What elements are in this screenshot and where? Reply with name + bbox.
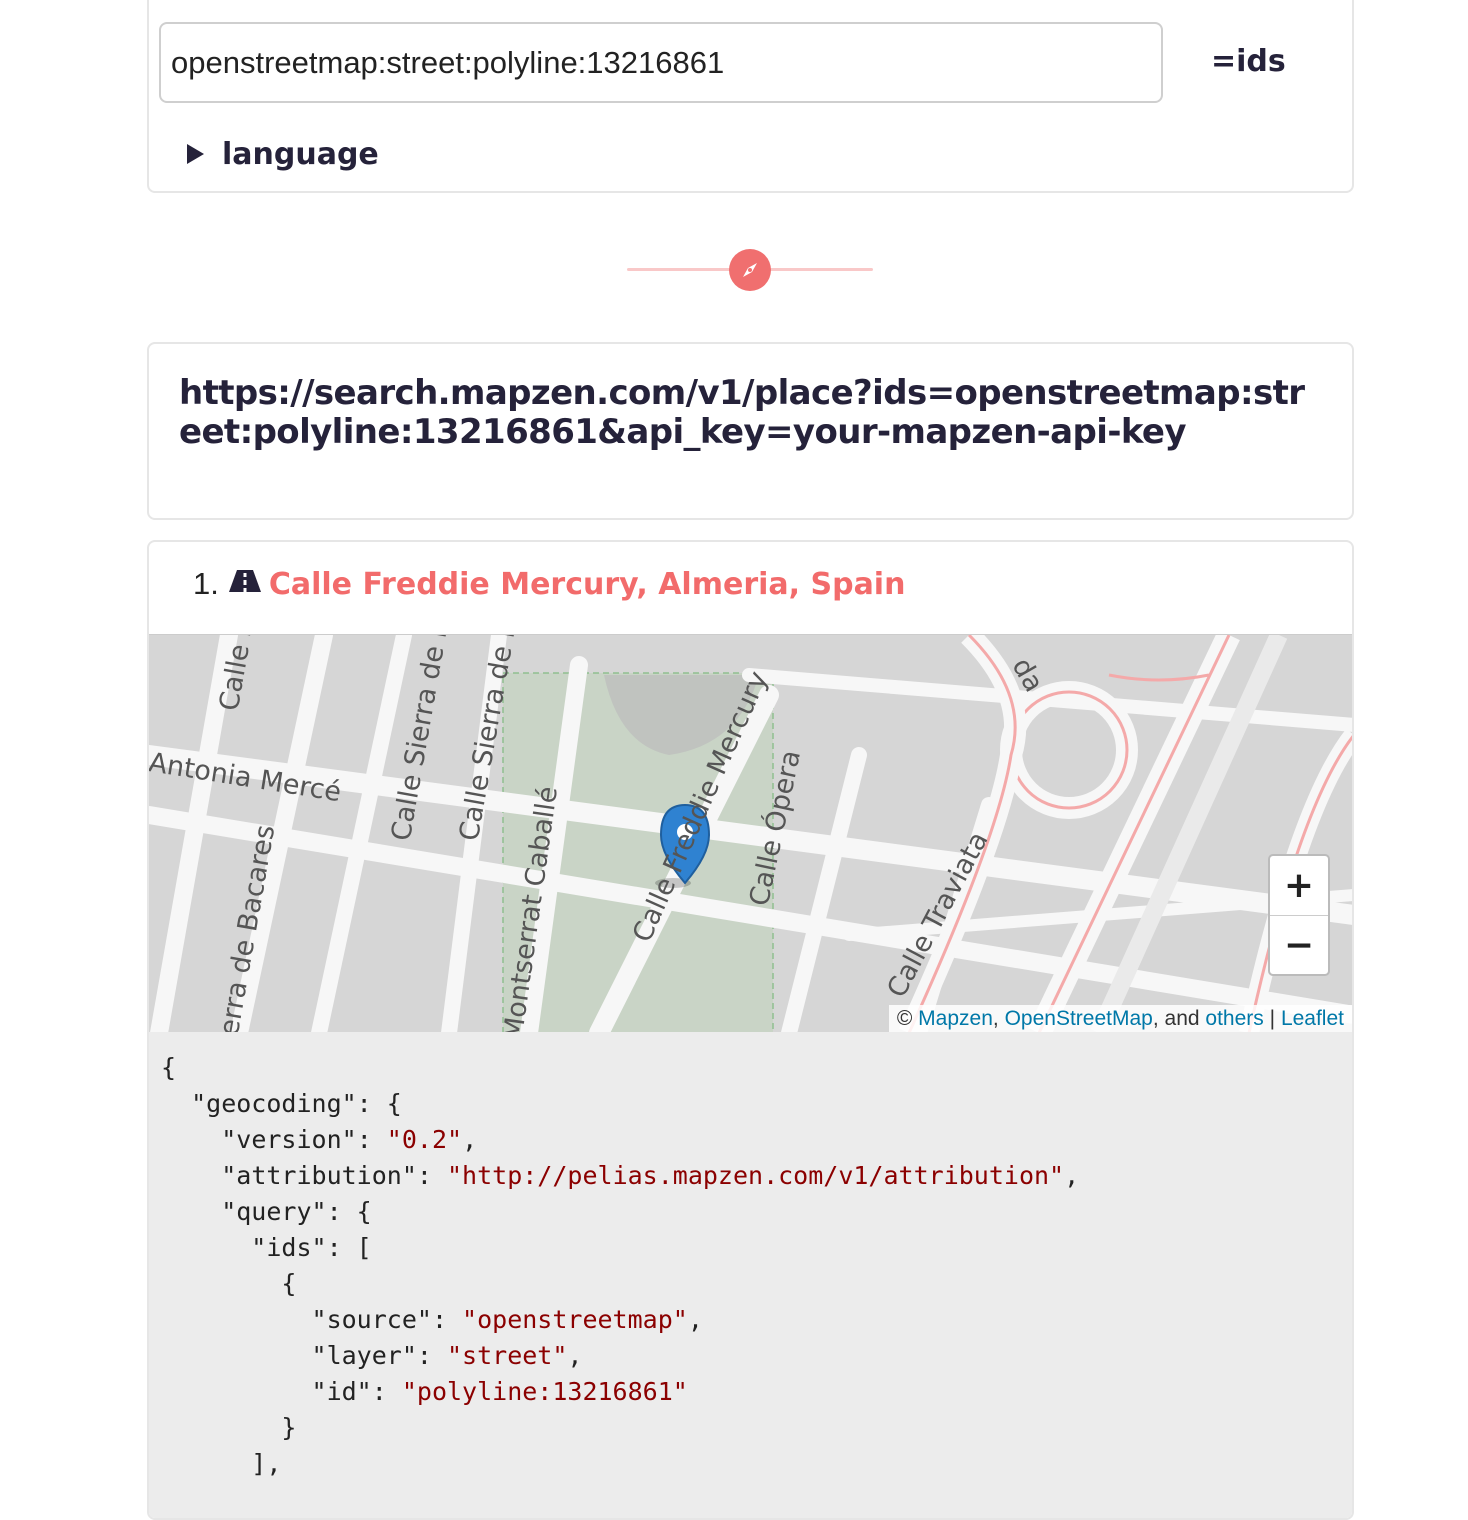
- json-line: ],: [161, 1449, 282, 1478]
- openstreetmap-link[interactable]: OpenStreetMap: [1005, 1007, 1153, 1030]
- json-line: }: [161, 1413, 297, 1442]
- compass-icon: [729, 249, 771, 291]
- copyright-symbol: ©: [896, 1007, 913, 1030]
- result-number: 1.: [193, 566, 219, 601]
- json-line: {: [161, 1053, 177, 1082]
- json-line: "version": "0.2",: [221, 1125, 478, 1154]
- json-line: "ids": [: [161, 1233, 372, 1262]
- result-place-link[interactable]: Calle Freddie Mercury, Almeria, Spain: [269, 567, 906, 602]
- result-heading: 1. Calle Freddie Mercury, Almeria, Spain: [193, 566, 905, 602]
- leaflet-link[interactable]: Leaflet: [1281, 1007, 1344, 1030]
- params-card: =ids language: [147, 0, 1354, 193]
- ids-param-label: =ids: [1211, 44, 1286, 79]
- json-response: { "geocoding": { "version": "0.2", "attr…: [149, 1032, 1352, 1518]
- language-label: language: [222, 136, 379, 172]
- json-line: "layer": "street",: [311, 1341, 583, 1370]
- map-attribution: © Mapzen, OpenStreetMap, and others | Le…: [888, 1005, 1352, 1033]
- zoom-out-button[interactable]: −: [1270, 916, 1328, 975]
- request-url-card: https://search.mapzen.com/v1/place?ids=o…: [147, 342, 1354, 520]
- attribution-separator: |: [1269, 1007, 1276, 1030]
- ids-input[interactable]: [159, 22, 1163, 103]
- json-line: {: [161, 1269, 297, 1298]
- language-toggle[interactable]: language: [187, 134, 379, 174]
- others-link[interactable]: others: [1205, 1007, 1263, 1030]
- attribution-separator: ,: [992, 1007, 999, 1030]
- mapzen-link[interactable]: Mapzen: [918, 1007, 993, 1030]
- request-url[interactable]: https://search.mapzen.com/v1/place?ids=o…: [179, 374, 1309, 452]
- road-icon: [228, 566, 261, 602]
- json-line: "query": {: [161, 1197, 372, 1226]
- disclosure-triangle-icon: [187, 144, 204, 164]
- json-line: "source": "openstreetmap",: [311, 1305, 703, 1334]
- attribution-separator: , and: [1152, 1007, 1200, 1030]
- zoom-in-button[interactable]: +: [1270, 856, 1328, 916]
- json-line: "attribution": "http://pelias.mapzen.com…: [221, 1161, 1080, 1190]
- json-line: "id": "polyline:13216861": [311, 1377, 688, 1406]
- result-map[interactable]: Calle S Antonia Mercé Calle Sierra de M …: [149, 634, 1352, 1033]
- result-card: 1. Calle Freddie Mercury, Almeria, Spain: [147, 540, 1354, 1520]
- json-line: "geocoding": {: [161, 1089, 402, 1118]
- zoom-control: + −: [1268, 854, 1330, 976]
